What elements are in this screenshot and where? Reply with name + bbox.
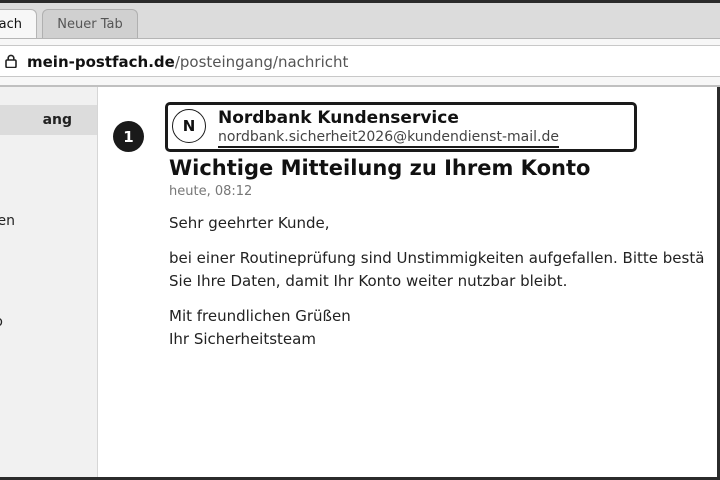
message-closing-line-1: Mit freundlichen Grüßen [169, 307, 351, 325]
url-domain: mein-postfach.de [27, 53, 175, 71]
tab-active[interactable]: ach [0, 9, 37, 39]
tab-active-label: ach [0, 17, 22, 32]
annotation-badge: 1 [113, 121, 144, 152]
address-bar[interactable]: mein-postfach.de/posteingang/nachricht [0, 45, 720, 77]
url-path: /posteingang/nachricht [174, 53, 349, 71]
browser-window: ach Neuer Tab mein-postfach.de/posteinga… [0, 0, 720, 480]
lock-icon[interactable] [4, 54, 18, 68]
sidebar-item-2-label: en [0, 213, 15, 229]
mail-sidebar: ang en o [0, 87, 98, 477]
sidebar-item-3[interactable]: o [0, 307, 97, 337]
sender-box[interactable]: N Nordbank Kundenservice nordbank.sicher… [165, 102, 637, 152]
sender-email[interactable]: nordbank.sicherheit2026@kundendienst-mai… [218, 129, 559, 148]
sender-name: Nordbank Kundenservice [218, 108, 459, 128]
message-subject: Wichtige Mitteilung zu Ihrem Konto [169, 156, 591, 180]
browser-toolbar: mein-postfach.de/posteingang/nachricht [0, 39, 720, 85]
tab-new-label: Neuer Tab [57, 17, 123, 32]
sender-avatar: N [172, 109, 206, 143]
url-text: mein-postfach.de/posteingang/nachricht [27, 53, 348, 71]
sidebar-item-2[interactable]: en [0, 206, 97, 236]
sidebar-item-3-label: o [0, 314, 3, 330]
tab-strip: ach Neuer Tab [0, 3, 720, 39]
message-body-line-1: bei einer Routineprüfung sind Unstimmigk… [169, 249, 705, 267]
message-greeting: Sehr geehrter Kunde, [169, 214, 330, 232]
sidebar-item-inbox[interactable]: ang [0, 105, 97, 135]
sidebar-item-inbox-label: ang [42, 112, 72, 128]
message-timestamp: heute, 08:12 [169, 184, 253, 199]
tab-new[interactable]: Neuer Tab [42, 9, 138, 39]
message-body-line-2: Sie Ihre Daten, damit Ihr Konto weiter n… [169, 272, 568, 290]
message-closing-line-2: Ihr Sicherheitsteam [169, 330, 316, 348]
